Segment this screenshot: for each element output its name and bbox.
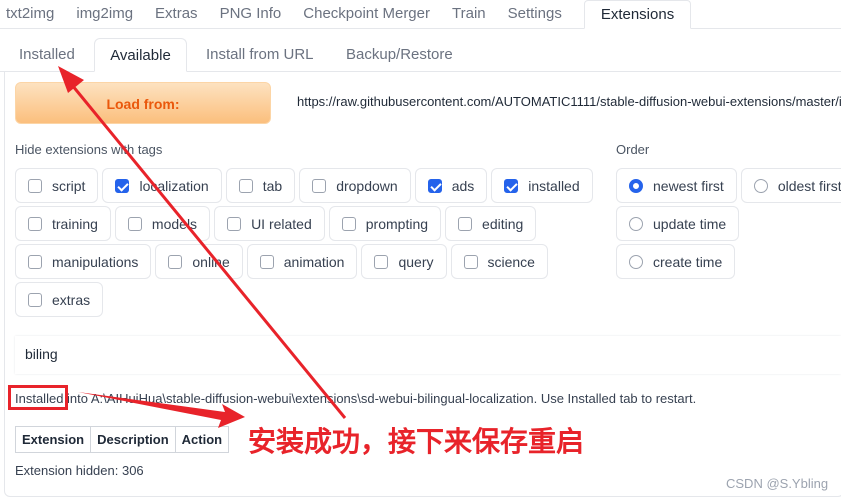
arrow-head-installed-tab	[58, 66, 84, 93]
arrow-line-to-installed-tab	[70, 84, 347, 419]
annotation-text: 安装成功，接下来保存重启	[248, 425, 585, 458]
arrow-to-annotation	[78, 392, 245, 428]
